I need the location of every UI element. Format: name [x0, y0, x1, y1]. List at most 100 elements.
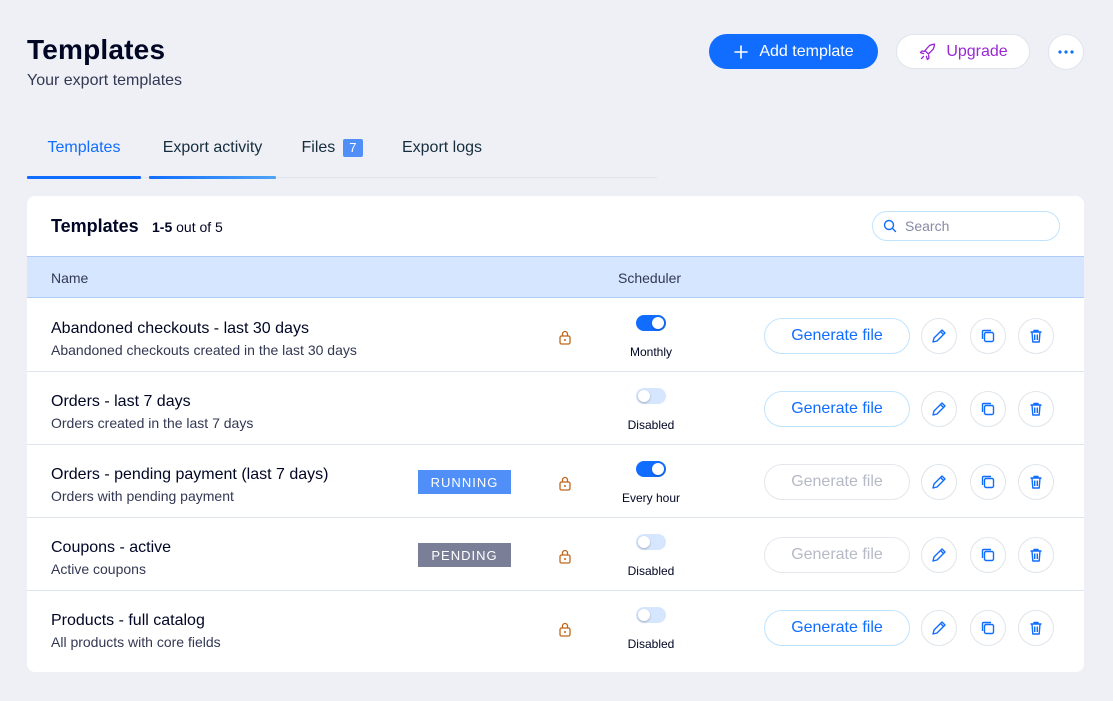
templates-card: Templates 1-5 out of 5 Name Scheduler Ab… [27, 196, 1084, 672]
toggle-knob [652, 463, 664, 475]
pencil-icon [930, 546, 948, 564]
template-description: Orders with pending payment [51, 488, 234, 504]
duplicate-button[interactable] [970, 391, 1006, 427]
edit-button[interactable] [921, 537, 957, 573]
table-row: Coupons - active Active coupons PENDING Dis… [27, 518, 1084, 591]
upgrade-button[interactable]: Upgrade [896, 34, 1030, 69]
delete-button[interactable] [1018, 318, 1054, 354]
card-range: 1-5 [152, 219, 173, 235]
scheduler-label: Disabled [627, 637, 675, 651]
toggle-knob [638, 536, 650, 548]
generate-file-button[interactable]: Generate file [764, 391, 910, 427]
pencil-icon [930, 473, 948, 491]
template-description: All products with core fields [51, 634, 221, 650]
search-icon [883, 219, 897, 233]
scheduler-toggle[interactable] [636, 534, 666, 550]
scheduler-toggle[interactable] [636, 607, 666, 623]
tab-export-logs[interactable]: Export logs [393, 130, 491, 178]
duplicate-icon [979, 473, 997, 491]
duplicate-button[interactable] [970, 610, 1006, 646]
card-count: 1-5 out of 5 [152, 219, 223, 235]
lock-icon [558, 329, 572, 345]
delete-button[interactable] [1018, 537, 1054, 573]
duplicate-icon [979, 619, 997, 637]
tabs: Templates Export activity Files 7 Export… [27, 130, 657, 179]
generate-file-button: Generate file [764, 537, 910, 573]
template-description: Orders created in the last 7 days [51, 415, 254, 431]
files-count-badge: 7 [343, 139, 363, 157]
trash-icon [1027, 619, 1045, 637]
column-header-name: Name [51, 270, 89, 286]
duplicate-button[interactable] [970, 318, 1006, 354]
tab-templates[interactable]: Templates [27, 130, 141, 179]
edit-button[interactable] [921, 610, 957, 646]
scheduler-label: Disabled [627, 418, 675, 432]
plus-icon [734, 44, 749, 59]
template-description: Active coupons [51, 561, 146, 577]
scheduler-label: Every hour [621, 491, 681, 505]
card-count-suffix: out of 5 [176, 219, 223, 235]
lock-icon [558, 475, 572, 491]
delete-button[interactable] [1018, 391, 1054, 427]
more-horizontal-icon [1058, 50, 1074, 54]
generate-file-button: Generate file [764, 464, 910, 500]
pencil-icon [930, 619, 948, 637]
table-row: Orders - last 7 days Orders created in th… [27, 372, 1084, 445]
page-subtitle: Your export templates [27, 72, 183, 89]
template-name: Abandoned checkouts - last 30 days [51, 320, 309, 337]
table-row: Products - full catalog All products with… [27, 591, 1084, 664]
trash-icon [1027, 546, 1045, 564]
tab-export-logs-label: Export logs [401, 139, 483, 156]
generate-file-button[interactable]: Generate file [764, 610, 910, 646]
template-name: Orders - pending payment (last 7 days) [51, 466, 329, 483]
column-header-scheduler: Scheduler [618, 270, 682, 286]
toggle-knob [638, 390, 650, 402]
trash-icon [1027, 400, 1045, 418]
duplicate-button[interactable] [970, 464, 1006, 500]
tab-templates-label: Templates [47, 139, 121, 156]
generate-file-button[interactable]: Generate file [764, 318, 910, 354]
scheduler-label: Disabled [627, 564, 675, 578]
search-input[interactable] [905, 218, 1045, 234]
card-title: Templates [51, 216, 139, 236]
tab-files[interactable]: Files 7 [295, 130, 369, 178]
template-name: Coupons - active [51, 539, 172, 556]
pencil-icon [930, 400, 948, 418]
tab-hover-indicator [149, 176, 276, 179]
scheduler-toggle[interactable] [636, 461, 666, 477]
status-badge: PENDING [418, 543, 511, 567]
toggle-knob [638, 609, 650, 621]
lock-icon [558, 621, 572, 637]
search-box[interactable] [872, 211, 1060, 241]
edit-button[interactable] [921, 318, 957, 354]
table-header: Name Scheduler [27, 256, 1084, 298]
delete-button[interactable] [1018, 464, 1054, 500]
page-title: Templates [27, 34, 166, 65]
delete-button[interactable] [1018, 610, 1054, 646]
scheduler-toggle[interactable] [636, 315, 666, 331]
tab-files-label: Files [301, 139, 336, 156]
lock-icon [558, 548, 572, 564]
scheduler-label: Monthly [629, 345, 673, 359]
template-name: Orders - last 7 days [51, 393, 191, 410]
trash-icon [1027, 473, 1045, 491]
add-template-label: Add template [759, 42, 854, 60]
tab-export-activity[interactable]: Export activity [149, 130, 276, 179]
duplicate-button[interactable] [970, 537, 1006, 573]
trash-icon [1027, 327, 1045, 345]
scheduler-toggle[interactable] [636, 388, 666, 404]
tab-export-activity-label: Export activity [162, 139, 263, 156]
duplicate-icon [979, 546, 997, 564]
table-row: Abandoned checkouts - last 30 days Abando… [27, 299, 1084, 372]
more-actions-button[interactable] [1048, 34, 1084, 70]
add-template-button[interactable]: Add template [709, 34, 878, 69]
tab-active-indicator [27, 176, 141, 179]
duplicate-icon [979, 400, 997, 418]
upgrade-label: Upgrade [946, 42, 1008, 60]
template-description: Abandoned checkouts created in the last … [51, 342, 357, 358]
edit-button[interactable] [921, 464, 957, 500]
edit-button[interactable] [921, 391, 957, 427]
status-badge: RUNNING [418, 470, 511, 494]
table-row: Orders - pending payment (last 7 days) Or… [27, 445, 1084, 518]
toggle-knob [652, 317, 664, 329]
